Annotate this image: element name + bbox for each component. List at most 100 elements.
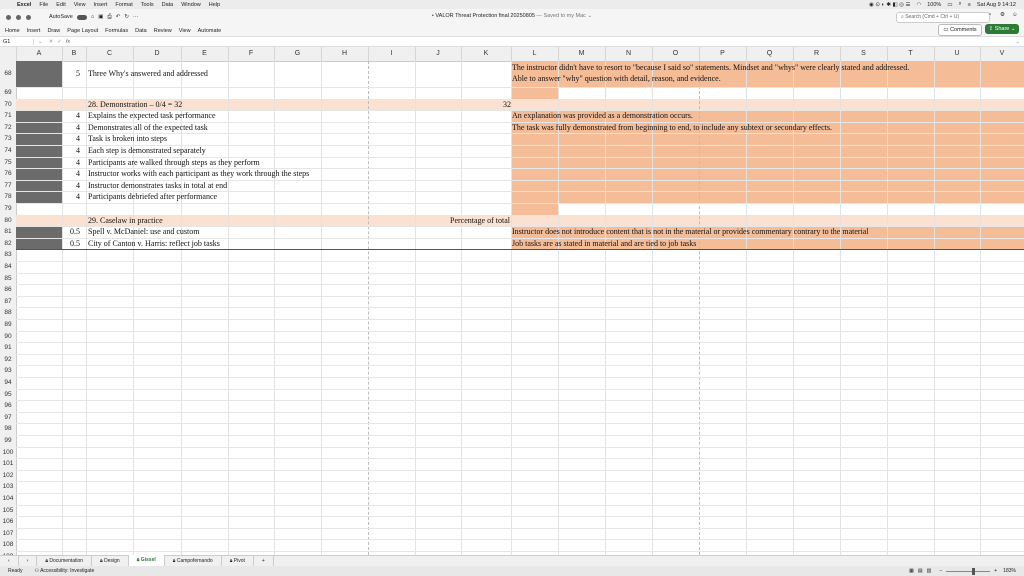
cell-r72-l[interactable]: The task was fully demonstrated from beg… <box>512 122 832 133</box>
row-header-94[interactable]: 94 <box>0 377 17 389</box>
row-header-93[interactable]: 93 <box>0 365 17 377</box>
select-all-corner[interactable] <box>0 47 17 61</box>
tab-insert[interactable]: Insert <box>27 28 41 34</box>
row-header-96[interactable]: 96 <box>0 400 17 412</box>
column-header-g[interactable]: G <box>274 47 322 61</box>
row-header-80[interactable]: 80 <box>0 214 17 227</box>
name-box[interactable]: G1 <box>0 38 34 45</box>
row-header-68[interactable]: 68 <box>0 61 17 87</box>
normal-view-icon[interactable]: ▦ <box>909 568 914 574</box>
row-header-88[interactable]: 88 <box>0 307 17 319</box>
cell-r72-c[interactable]: Demonstrates all of the expected task <box>88 122 208 133</box>
tab-review[interactable]: Review <box>154 28 172 34</box>
row-header-84[interactable]: 84 <box>0 261 17 273</box>
row-header-83[interactable]: 83 <box>0 249 17 261</box>
tab-formulas[interactable]: Formulas <box>105 28 128 34</box>
minimize-window-icon[interactable] <box>16 14 21 20</box>
expand-formula-icon[interactable]: ⌄ <box>1015 39 1024 45</box>
cell-r81-b[interactable]: 0.5 <box>62 226 80 237</box>
save-icon[interactable]: ▣ <box>98 14 103 20</box>
cell-r75-b[interactable]: 4 <box>62 157 80 168</box>
menu-app-name[interactable]: Excel <box>17 2 31 8</box>
wifi-icon[interactable]: ◠ <box>916 2 921 8</box>
spreadsheet-grid[interactable]: ABCDEFGHIJKLMNOPQRSTUV 68 69 70 71 72 73 74 75 7… <box>0 47 1024 564</box>
document-title[interactable]: VALOR Threat Protection final 20250805 <box>435 13 534 19</box>
cell-r70-k[interactable]: 32 <box>461 99 511 110</box>
zoom-slider[interactable] <box>946 567 991 575</box>
cell-r74-b[interactable]: 4 <box>62 145 80 156</box>
cell-r81-l[interactable]: Instructor does not introduce content th… <box>512 226 869 237</box>
more-icon[interactable]: ··· <box>133 14 139 20</box>
search-input[interactable]: ⌕ Search (Cmd + Ctrl + U) <box>896 12 990 23</box>
row-header-89[interactable]: 89 <box>0 319 17 331</box>
row-header-81[interactable]: 81 <box>0 226 17 238</box>
row-header-98[interactable]: 98 <box>0 423 17 435</box>
share-button[interactable]: ⇪ Share ⌄ <box>985 24 1019 34</box>
menu-tools[interactable]: Tools <box>141 2 154 8</box>
battery-percent[interactable]: 100% <box>927 2 941 8</box>
row-header-76[interactable]: 76 <box>0 168 17 180</box>
cell-r71-l[interactable]: An explanation was provided as a demonst… <box>512 110 693 121</box>
column-header-j[interactable]: J <box>415 47 462 61</box>
menu-data[interactable]: Data <box>162 2 174 8</box>
row-header-71[interactable]: 71 <box>0 110 17 122</box>
row-header-85[interactable]: 85 <box>0 272 17 285</box>
row-header-103[interactable]: 103 <box>0 481 17 493</box>
cell-r75-c[interactable]: Participants are walked through steps as… <box>88 157 260 168</box>
row-header-104[interactable]: 104 <box>0 493 17 505</box>
cell-r78-b[interactable]: 4 <box>62 191 80 202</box>
close-window-icon[interactable] <box>6 14 11 20</box>
column-header-r[interactable]: R <box>793 47 841 61</box>
column-header-h[interactable]: H <box>321 47 369 61</box>
menu-file[interactable]: File <box>39 2 48 8</box>
cell-r82-c[interactable]: City of Canton v. Harris: reflect job ta… <box>88 238 220 249</box>
row-header-86[interactable]: 86 <box>0 284 17 296</box>
row-header-101[interactable]: 101 <box>0 458 17 470</box>
row-header-106[interactable]: 106 <box>0 516 17 528</box>
cell-r68-l2[interactable]: Able to answer "why" question with detai… <box>512 73 721 84</box>
cell-r82-l[interactable]: Job tasks are as stated in material and … <box>512 238 696 249</box>
tab-page-layout[interactable]: Page Layout <box>67 28 98 34</box>
cell-r80-j[interactable]: Percentage of total <box>415 215 510 226</box>
menu-help[interactable]: Help <box>209 2 220 8</box>
tab-data[interactable]: Data <box>135 28 147 34</box>
cell-r71-c[interactable]: Explains the expected task performance <box>88 110 216 121</box>
column-header-d[interactable]: D <box>133 47 182 61</box>
column-header-v[interactable]: V <box>980 47 1024 61</box>
cell-r73-b[interactable]: 4 <box>62 133 80 144</box>
row-header-92[interactable]: 92 <box>0 353 17 366</box>
print-icon[interactable]: ⎙ <box>107 14 111 21</box>
menu-edit[interactable]: Edit <box>56 2 65 8</box>
column-header-a[interactable]: A <box>16 47 63 61</box>
row-header-72[interactable]: 72 <box>0 121 17 134</box>
cell-r76-b[interactable]: 4 <box>62 168 80 179</box>
cancel-formula-icon[interactable]: ✕ <box>49 39 54 45</box>
settings-icon[interactable]: ⚙ <box>1000 12 1005 18</box>
cell-r77-b[interactable]: 4 <box>62 180 80 191</box>
row-header-90[interactable]: 90 <box>0 330 17 343</box>
column-header-f[interactable]: F <box>228 47 275 61</box>
row-header-108[interactable]: 108 <box>0 539 17 551</box>
row-header-78[interactable]: 78 <box>0 191 17 203</box>
row-header-100[interactable]: 100 <box>0 446 17 459</box>
menu-view[interactable]: View <box>74 2 86 8</box>
row-header-79[interactable]: 79 <box>0 203 17 215</box>
column-header-p[interactable]: P <box>699 47 747 61</box>
cell-r82-b[interactable]: 0.5 <box>62 238 80 249</box>
menu-window[interactable]: Window <box>181 2 201 8</box>
menu-insert[interactable]: Insert <box>94 2 108 8</box>
tab-view[interactable]: View <box>179 28 191 34</box>
column-header-i[interactable]: I <box>368 47 416 61</box>
cell-r68-l1[interactable]: The instructor didn't have to resort to … <box>512 62 909 73</box>
column-header-m[interactable]: M <box>558 47 606 61</box>
formula-input[interactable] <box>70 37 1015 46</box>
cell-r80-c[interactable]: 29. Caselaw in practice <box>88 215 163 226</box>
cell-r76-c[interactable]: Instructor works with each participant a… <box>88 168 309 179</box>
row-header-70[interactable]: 70 <box>0 98 17 111</box>
cell-r71-b[interactable]: 4 <box>62 110 80 121</box>
cell-r72-b[interactable]: 4 <box>62 122 80 133</box>
column-header-q[interactable]: Q <box>746 47 794 61</box>
accessibility-status[interactable]: ⚇ Accessibility: Investigate <box>34 568 94 574</box>
row-header-73[interactable]: 73 <box>0 133 17 145</box>
zoom-in-button[interactable]: + <box>994 568 997 574</box>
